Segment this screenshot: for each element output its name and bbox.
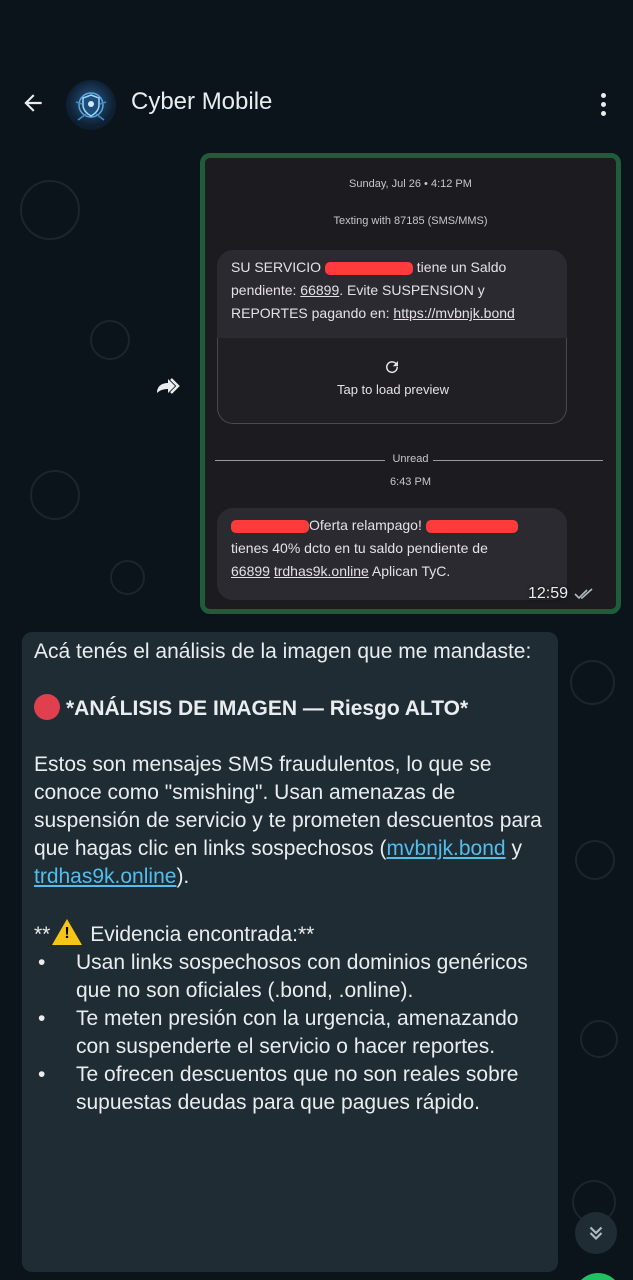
sms-texting-with: Texting with 87185 (SMS/MMS) bbox=[333, 215, 488, 227]
forward-icon[interactable] bbox=[150, 368, 186, 404]
preview-label: Tap to load preview bbox=[336, 382, 449, 397]
sms-date: Sunday, Jul 26 • 4:12 PM bbox=[349, 178, 472, 190]
double-check-icon bbox=[574, 588, 593, 600]
reply-heading: *ANÁLISIS DE IMAGEN — Riesgo ALTO* bbox=[34, 694, 546, 723]
status-bar bbox=[0, 0, 633, 68]
sms-time-2: 6:43 PM bbox=[390, 476, 431, 488]
list-item: • Usan links sospechosos con dominios gen… bbox=[38, 951, 528, 1002]
sms-message-1: SU SERVICIO tiene un Saldo pendiente: 66… bbox=[217, 250, 567, 342]
message-timestamp: 12:59 bbox=[528, 585, 594, 603]
more-vert-icon[interactable] bbox=[590, 86, 616, 122]
sms-link-2: trdhas9k.online bbox=[273, 563, 369, 579]
sms-link-1: https://mvbnjk.bond bbox=[393, 305, 515, 321]
unread-label: Unread bbox=[392, 453, 429, 465]
link-trdhas9k[interactable]: trdhas9k.online bbox=[34, 865, 176, 888]
chat-title[interactable]: Cyber Mobile bbox=[131, 88, 272, 116]
link-mvbnjk[interactable]: mvbnjk.bond bbox=[387, 837, 506, 860]
sms-message-2: Oferta relampago! tienes 40% dcto en tu … bbox=[217, 508, 567, 600]
reply-intro: Acá tenés el análisis de la imagen que m… bbox=[34, 640, 532, 663]
red-circle-icon bbox=[34, 694, 60, 720]
chevron-double-down-icon bbox=[589, 1226, 603, 1241]
warning-icon: ! bbox=[52, 919, 83, 945]
reply-paragraph: Estos son mensajes SMS fraudulentos, lo … bbox=[34, 753, 542, 888]
avatar-shield-icon[interactable] bbox=[66, 80, 116, 130]
sms-screenshot: Sunday, Jul 26 • 4:12 PM Texting with 87… bbox=[205, 158, 616, 609]
scroll-to-bottom-button[interactable] bbox=[575, 1212, 617, 1254]
list-item: • Te meten presión con la urgencia, amena… bbox=[38, 1007, 519, 1058]
list-item: • Te ofrecen descuentos que no son reales… bbox=[38, 1063, 519, 1114]
link-preview: Tap to load preview bbox=[217, 338, 567, 424]
app-bar: Cyber Mobile bbox=[0, 68, 633, 140]
back-arrow-icon[interactable] bbox=[18, 88, 48, 118]
evidence-heading: **! Evidencia encontrada:** bbox=[34, 919, 546, 949]
image-message[interactable]: Sunday, Jul 26 • 4:12 PM Texting with 87… bbox=[200, 153, 621, 614]
incoming-message[interactable]: Acá tenés el análisis de la imagen que m… bbox=[22, 632, 558, 1272]
reload-icon bbox=[386, 361, 399, 374]
